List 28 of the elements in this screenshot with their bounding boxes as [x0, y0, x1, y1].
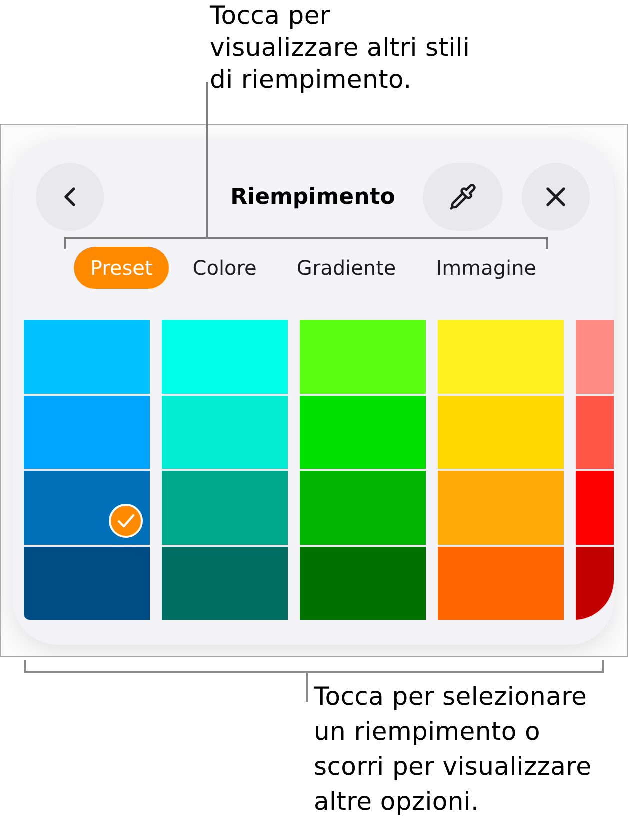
- color-swatch[interactable]: [438, 471, 564, 544]
- color-swatch[interactable]: [576, 471, 614, 544]
- color-swatch[interactable]: [162, 396, 288, 469]
- check-icon: [109, 504, 143, 538]
- color-swatch[interactable]: [576, 396, 614, 469]
- eyedropper-icon: [449, 183, 477, 211]
- color-swatch[interactable]: [300, 546, 426, 620]
- color-swatch[interactable]: [24, 320, 150, 394]
- color-swatch[interactable]: [438, 546, 564, 620]
- fill-tab[interactable]: Gradiente: [280, 247, 412, 289]
- color-swatch[interactable]: [162, 320, 288, 394]
- color-swatch[interactable]: [24, 471, 150, 544]
- color-swatch[interactable]: [300, 396, 426, 469]
- color-swatch[interactable]: [576, 320, 614, 394]
- color-swatch[interactable]: [24, 396, 150, 469]
- color-swatch[interactable]: [438, 320, 564, 394]
- panel-title: Riempimento: [230, 184, 396, 210]
- callout-text: Tocca per selezionare un riempimento o scorri per visualizzare altre opzioni.: [314, 681, 592, 818]
- color-swatch[interactable]: [162, 471, 288, 544]
- fill-tab[interactable]: Immagine: [420, 247, 553, 289]
- color-swatch[interactable]: [162, 546, 288, 620]
- fill-tab[interactable]: Colore: [176, 247, 273, 289]
- color-swatch[interactable]: [300, 471, 426, 544]
- callout-text: Tocca per visualizzare altri stili di riempimento.: [210, 0, 470, 96]
- color-swatch[interactable]: [576, 546, 614, 620]
- color-swatch[interactable]: [300, 320, 426, 394]
- color-swatch[interactable]: [24, 546, 150, 620]
- color-swatch[interactable]: [438, 396, 564, 469]
